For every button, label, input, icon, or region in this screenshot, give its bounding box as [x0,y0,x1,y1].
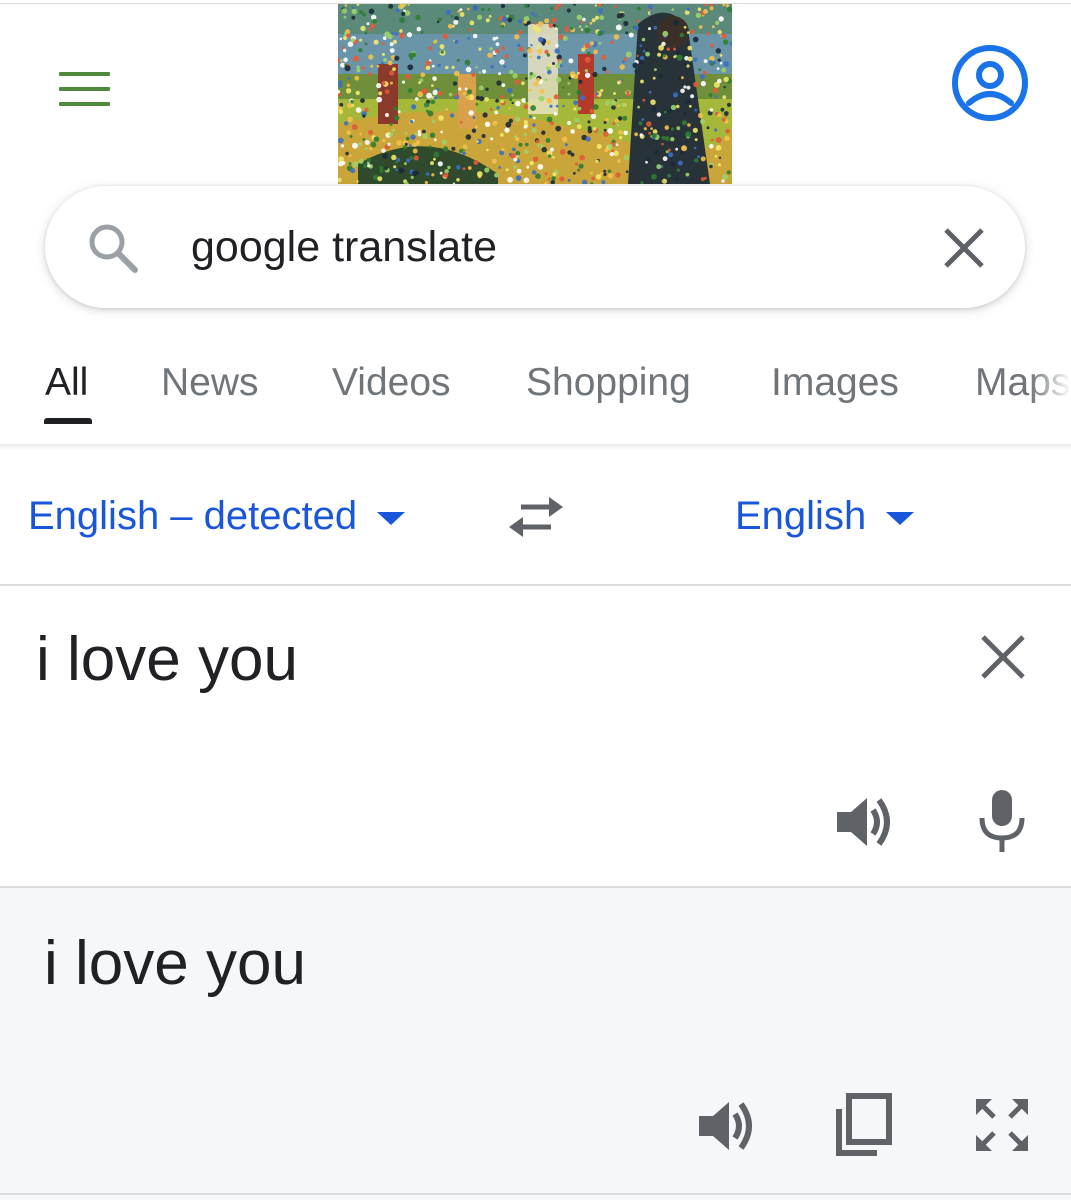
speaker-icon[interactable] [833,790,897,854]
tabs-divider [0,444,1071,450]
doodle-painting [338,4,732,184]
translation-result-text: i love you [44,929,306,998]
account-circle-icon[interactable] [950,43,1030,123]
target-language-select[interactable]: English [735,492,915,540]
copy-icon[interactable] [833,1093,895,1157]
search-bar: google translate [45,186,1025,308]
chevron-down-icon [377,511,406,525]
tabs-overflow-fade [1030,350,1071,420]
hamburger-menu-icon[interactable] [55,70,113,110]
fullscreen-icon[interactable] [970,1093,1034,1157]
language-bar-divider [0,584,1071,586]
close-icon[interactable] [938,222,990,274]
microphone-icon[interactable] [976,788,1028,854]
close-icon[interactable] [978,632,1028,682]
tab-all[interactable]: All [45,360,88,406]
active-tab-indicator [44,418,92,424]
chevron-down-icon [886,511,915,525]
search-icon[interactable] [85,220,141,276]
google-doodle[interactable] [338,4,732,184]
source-language-select[interactable]: English – detected [28,492,406,540]
target-language-label: English [735,494,867,538]
source-text-input[interactable]: i love you [36,622,298,698]
tab-videos[interactable]: Videos [332,360,451,406]
google-search-page: google translate All News Videos Shoppin… [0,0,1071,1200]
swap-languages-icon[interactable] [505,492,567,542]
search-tabs: All News Videos Shopping Images Maps [0,340,1071,448]
search-input[interactable]: google translate [191,222,497,272]
tab-news[interactable]: News [161,360,259,406]
bottom-divider [0,1193,1071,1195]
source-language-label: English – detected [28,494,358,538]
tab-shopping[interactable]: Shopping [526,360,691,406]
speaker-icon[interactable] [695,1094,759,1158]
tab-images[interactable]: Images [771,360,899,406]
